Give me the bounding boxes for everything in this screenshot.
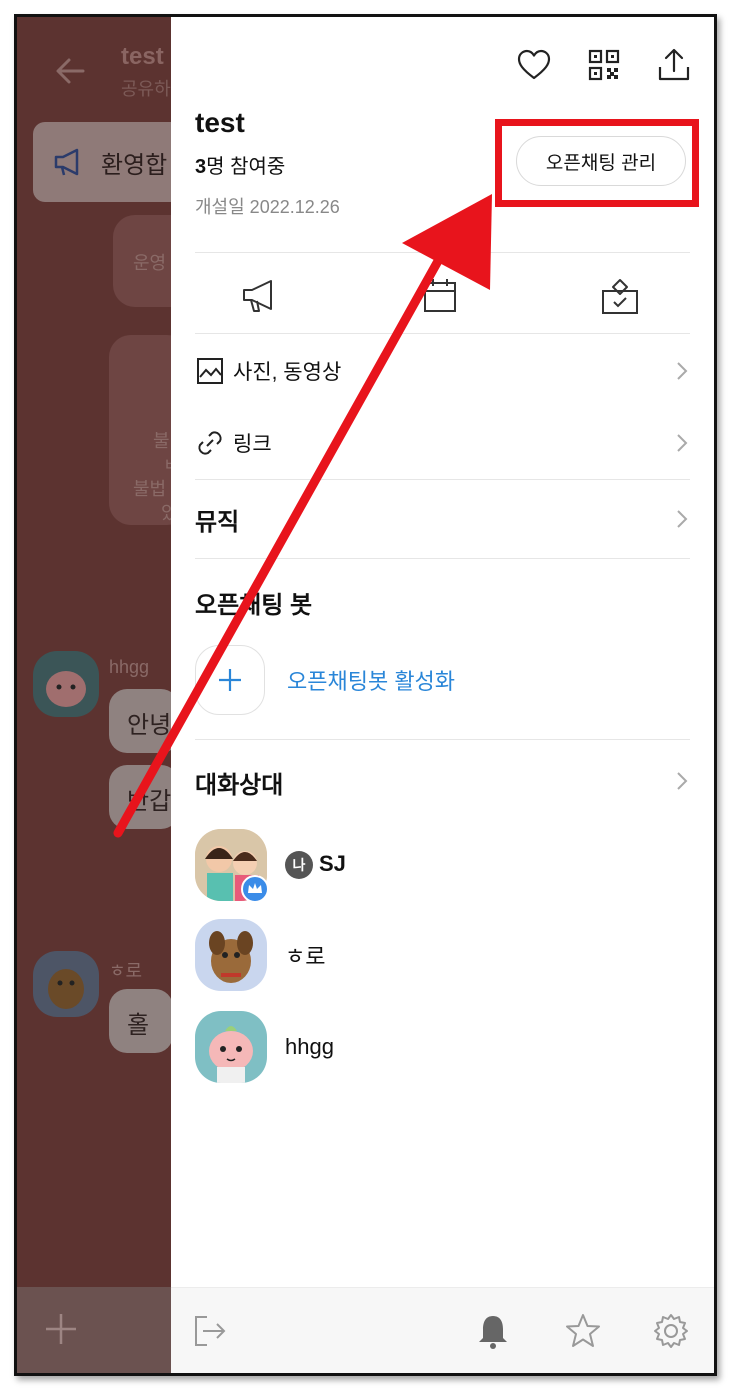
back-arrow-icon[interactable]	[53, 53, 89, 89]
menu-label: 뮤직	[195, 508, 240, 536]
quick-action-row	[195, 265, 690, 329]
menu-label: 사진, 동영상	[233, 361, 342, 384]
gear-icon[interactable]	[652, 1312, 690, 1350]
divider	[195, 252, 690, 253]
avatar	[195, 1011, 267, 1083]
link-icon	[198, 431, 222, 455]
participant-suffix: 명 참여중	[206, 156, 286, 178]
share-icon[interactable]	[656, 47, 692, 83]
annotation-highlight-box	[495, 119, 699, 207]
chat-drawer: test 3명 참여중 개설일 2022.12.26 오픈채팅 관리 사진, 동…	[171, 17, 714, 1373]
image-icon	[197, 358, 223, 384]
avatar	[195, 919, 267, 991]
menu-links[interactable]: 링크	[195, 415, 690, 471]
notice-text: 환영합	[101, 151, 168, 179]
star-icon[interactable]	[564, 1312, 602, 1350]
member-name: hhgg	[285, 1034, 334, 1059]
megaphone-icon	[54, 148, 79, 176]
bot-activate-row[interactable]: 오픈채팅봇 활성화	[195, 645, 455, 715]
member-row[interactable]: hhgg	[195, 1011, 334, 1083]
sender-name: hhgg	[109, 657, 150, 677]
screenshot-frame: test 공유하 환영합 운영 불 ㅂ 불법 있 hhgg 안녕 반갑 ㅎ로 홀	[14, 14, 717, 1376]
exit-icon[interactable]	[191, 1312, 229, 1350]
system-message-text: 불법	[133, 479, 167, 499]
chat-message[interactable]: 안녕	[109, 689, 179, 753]
divider	[195, 479, 690, 480]
divider	[195, 333, 690, 334]
members-section-title[interactable]: 대화상대	[195, 765, 283, 800]
megaphone-icon[interactable]	[239, 275, 281, 317]
system-message-text: 불	[153, 431, 170, 451]
calendar-icon[interactable]	[419, 275, 461, 317]
host-crown-badge	[241, 875, 269, 903]
avatar[interactable]	[33, 951, 99, 1017]
menu-music[interactable]: 뮤직	[195, 491, 690, 547]
plus-icon	[219, 669, 241, 691]
divider	[195, 558, 690, 559]
chat-input-bar	[17, 1287, 177, 1373]
menu-label: 링크	[233, 433, 272, 456]
chat-subtitle: 공유하	[121, 79, 171, 99]
bot-section-title: 오픈채팅 봇	[195, 592, 313, 619]
bot-activate-label: 오픈채팅봇 활성화	[287, 669, 456, 694]
plus-icon[interactable]	[43, 1311, 79, 1347]
menu-photos-videos[interactable]: 사진, 동영상	[195, 343, 690, 399]
avatar	[195, 829, 269, 903]
participant-count: 3명 참여중	[195, 150, 285, 179]
member-row[interactable]: 나 SJ	[195, 829, 346, 903]
divider	[195, 739, 690, 740]
chevron-right-icon	[677, 434, 688, 452]
chat-message[interactable]: 반갑	[109, 765, 179, 829]
chevron-right-icon[interactable]	[674, 769, 690, 793]
drawer-top-actions	[516, 47, 692, 83]
participant-number: 3	[195, 156, 207, 178]
chevron-right-icon	[677, 510, 688, 528]
system-message-text: 운영	[133, 253, 167, 273]
chevron-right-icon	[677, 362, 688, 380]
bot-plus-button[interactable]	[195, 645, 265, 715]
sender-name: ㅎ로	[109, 961, 143, 981]
member-name-text: SJ	[319, 850, 346, 876]
drawer-bottom-bar	[171, 1287, 714, 1373]
member-name: 나 SJ	[285, 850, 346, 880]
vote-icon[interactable]	[599, 275, 641, 317]
member-row[interactable]: ㅎ로	[195, 919, 325, 991]
chat-title: test	[121, 43, 164, 70]
avatar[interactable]	[33, 651, 99, 717]
me-badge: 나	[285, 851, 313, 880]
member-name: ㅎ로	[285, 944, 326, 969]
heart-icon[interactable]	[516, 47, 552, 83]
qr-code-icon[interactable]	[586, 47, 622, 83]
chat-message[interactable]: 홀	[109, 989, 173, 1053]
room-title: test	[195, 107, 245, 138]
created-date: 개설일 2022.12.26	[195, 197, 340, 217]
bell-icon[interactable]	[474, 1312, 512, 1350]
